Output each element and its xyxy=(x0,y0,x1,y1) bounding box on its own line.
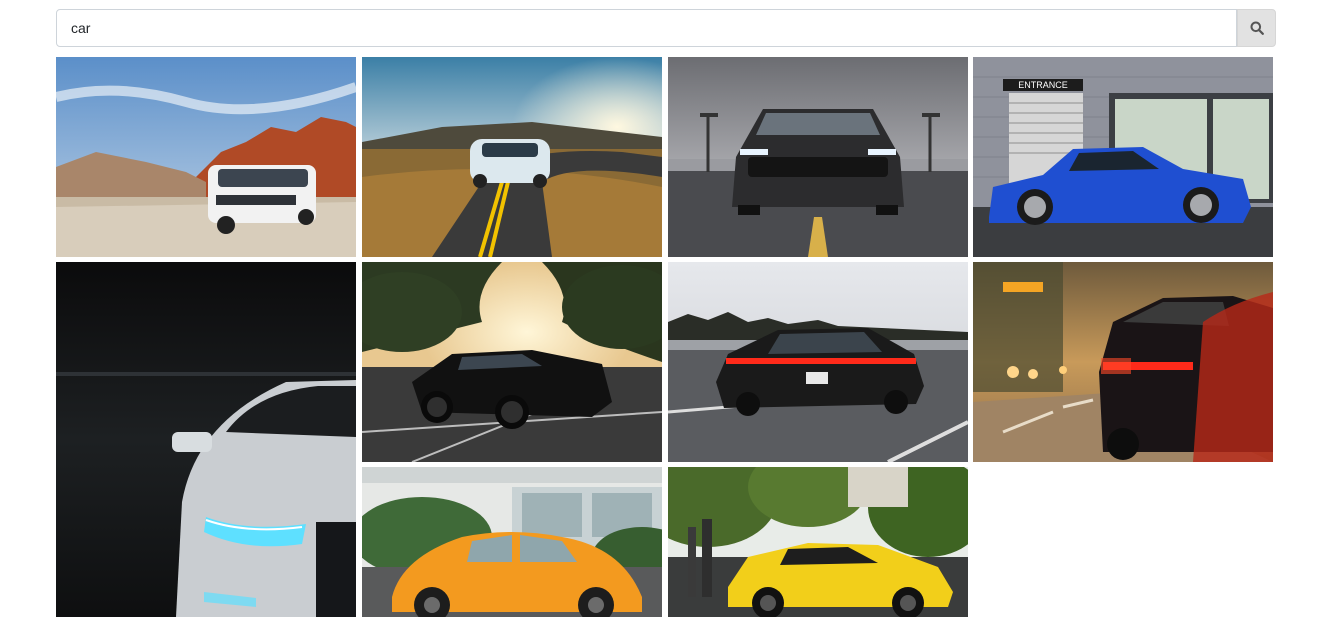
orange-beetle-photo xyxy=(362,467,662,617)
search-input[interactable] xyxy=(56,9,1237,47)
search-bar xyxy=(56,9,1276,47)
gallery-image-orange-beetle[interactable] xyxy=(362,467,662,617)
gallery-image-road-sports-car[interactable] xyxy=(362,57,662,257)
porsche-photo xyxy=(668,262,968,462)
gallery-image-blue-coupe[interactable]: ENTRANCE xyxy=(973,57,1273,257)
gallery-image-porsche[interactable] xyxy=(668,262,968,462)
gallery-image-black-mustang[interactable] xyxy=(668,57,968,257)
black-mustang-photo xyxy=(668,57,968,257)
gallery-image-mustang-sunset[interactable] xyxy=(362,262,662,462)
audi-city-photo xyxy=(973,262,1273,462)
gallery-image-audi-city[interactable] xyxy=(973,262,1273,462)
road-sports-car-photo xyxy=(362,57,662,257)
gallery-image-yellow-lamborghini[interactable] xyxy=(668,467,968,617)
mustang-sunset-photo xyxy=(362,262,662,462)
search-icon xyxy=(1250,21,1264,35)
search-button[interactable] xyxy=(1237,9,1276,47)
blue-coupe-photo: ENTRANCE xyxy=(973,57,1273,257)
gallery-image-white-suv[interactable] xyxy=(56,57,356,257)
audi-headlight-photo xyxy=(56,262,356,617)
gallery-image-audi-headlight[interactable] xyxy=(56,262,356,617)
white-suv-photo xyxy=(56,57,356,257)
yellow-lamborghini-photo xyxy=(668,467,968,617)
entrance-sign: ENTRANCE xyxy=(1018,80,1068,90)
